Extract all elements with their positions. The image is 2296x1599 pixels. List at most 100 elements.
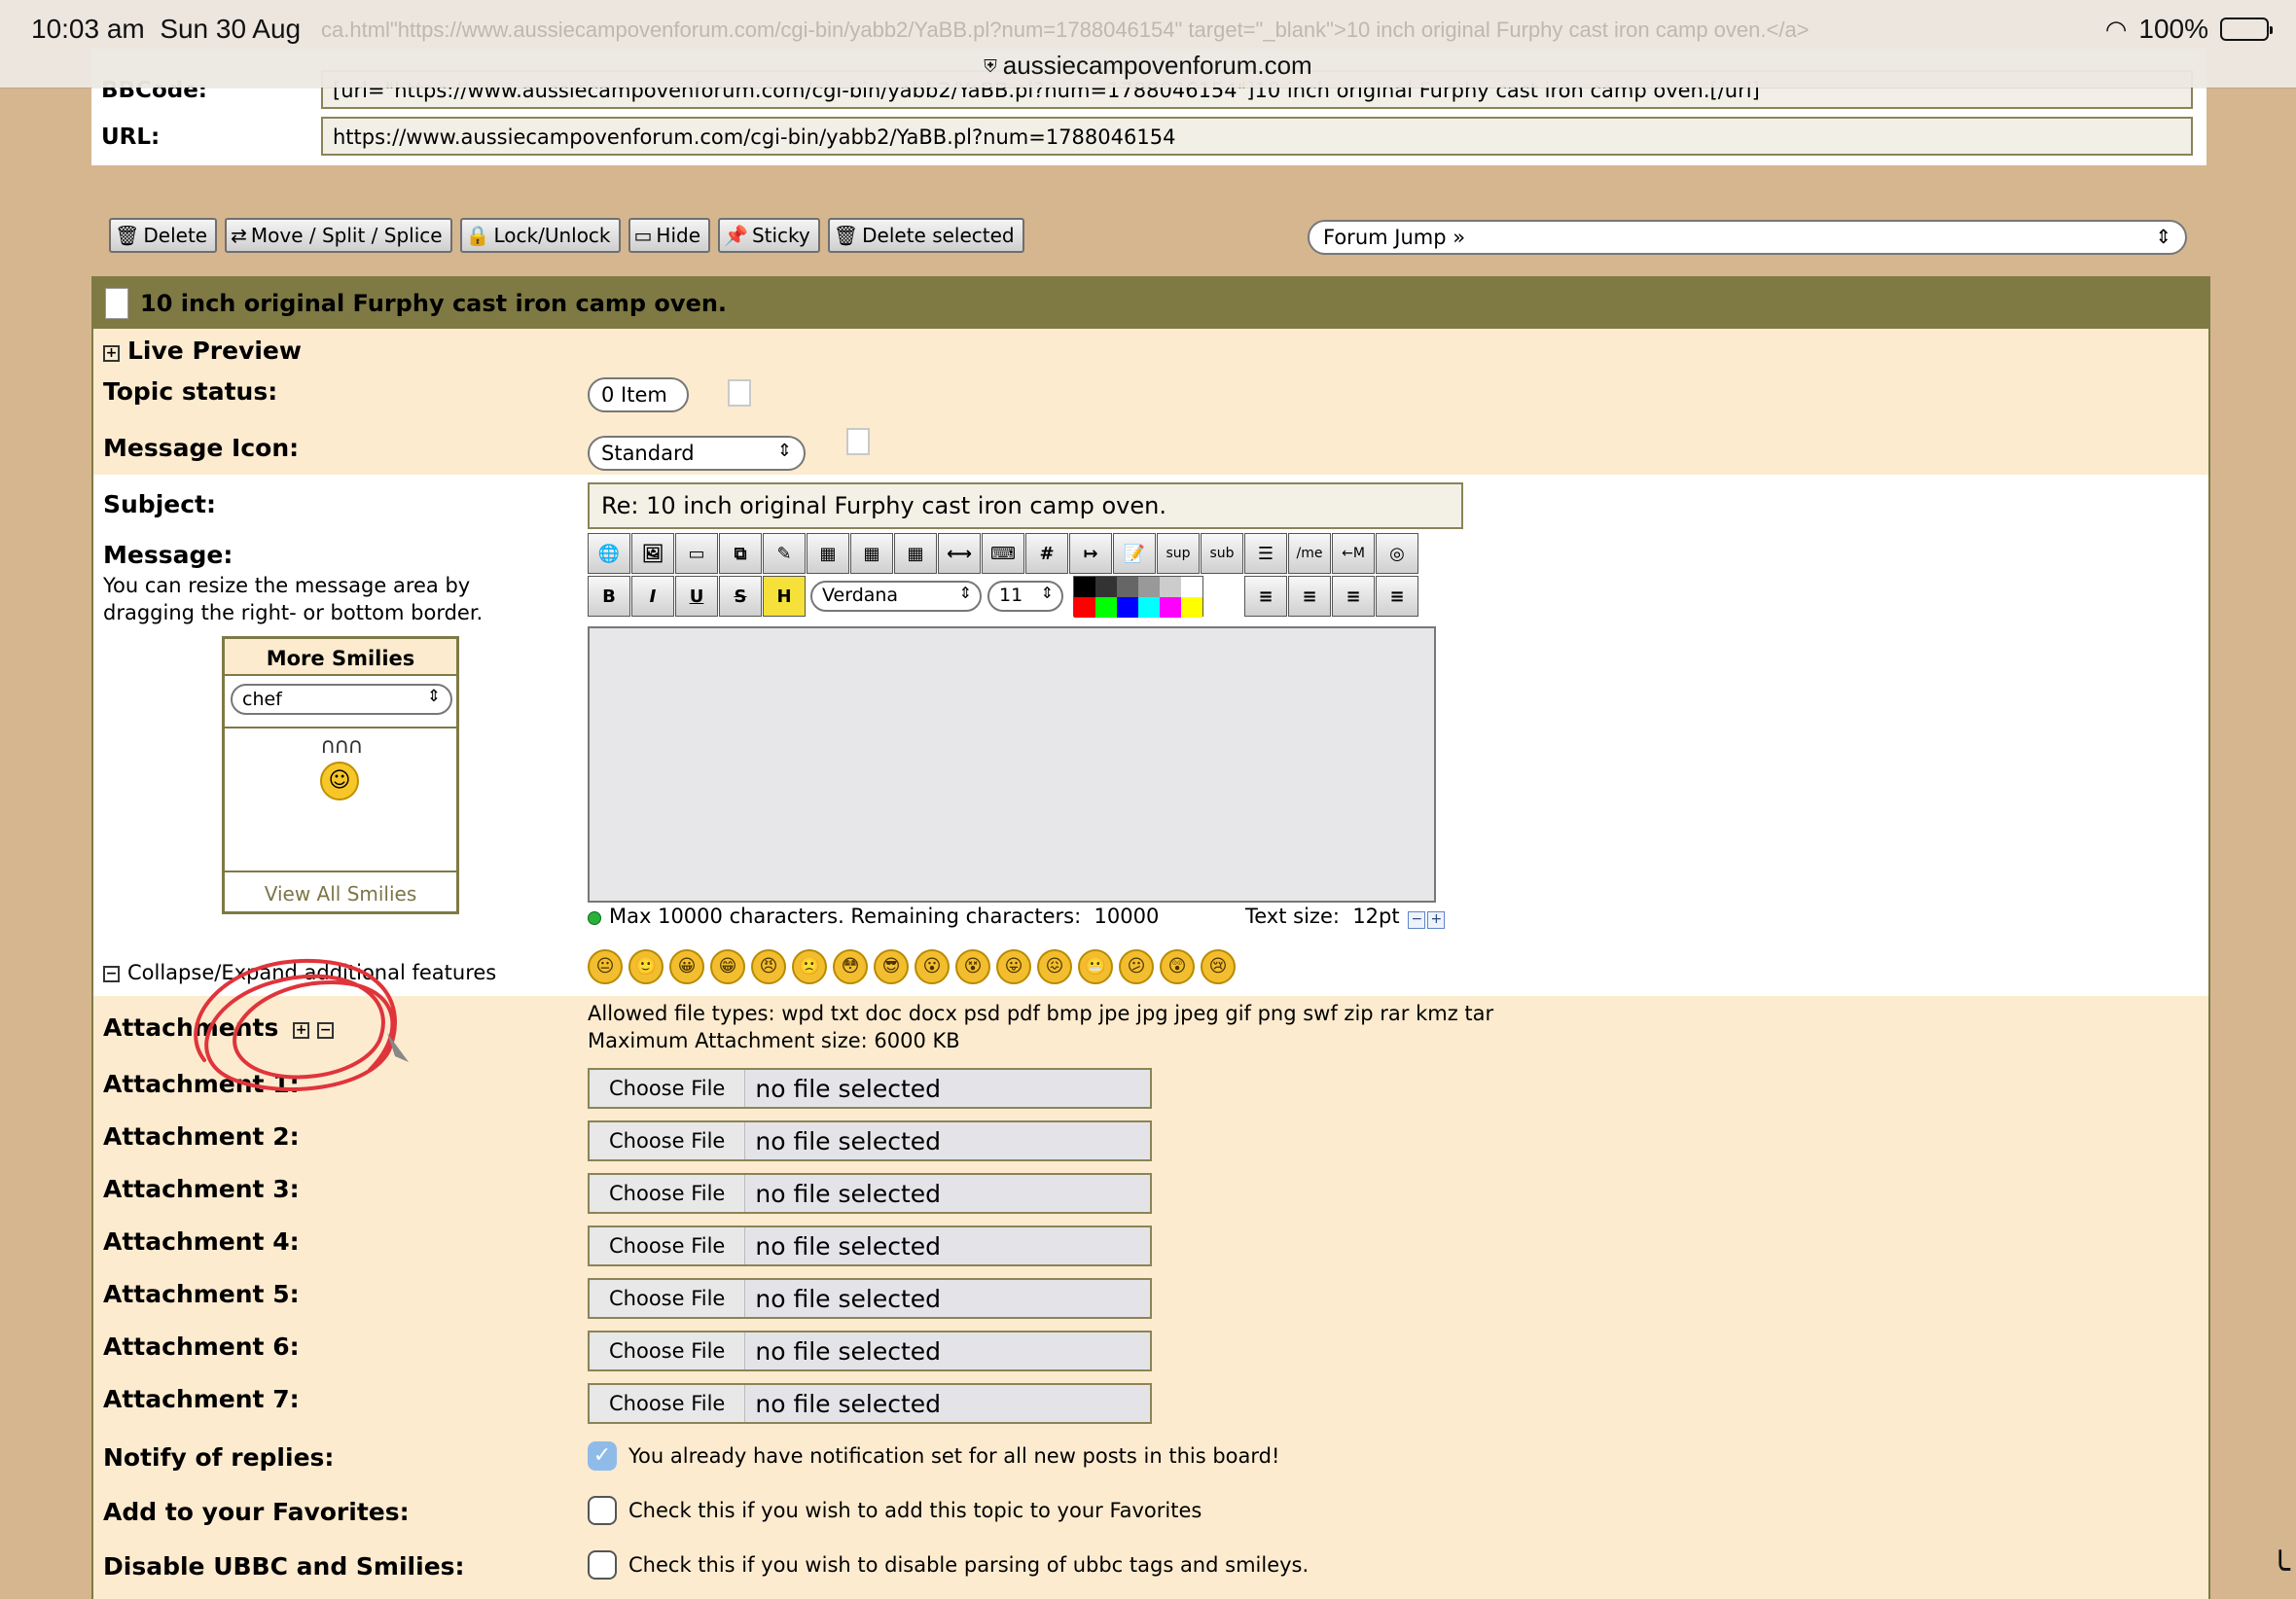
remove-attachment-icon[interactable]: − — [317, 1022, 335, 1039]
smiley-icon[interactable]: 🙂 — [628, 949, 664, 984]
message-textarea[interactable] — [588, 626, 1436, 903]
color-swatch[interactable] — [1160, 597, 1181, 618]
collapse-expand-toggle[interactable]: − Collapse/Expand additional features — [103, 961, 496, 984]
indent-icon[interactable]: ↦ — [1069, 533, 1112, 574]
color-swatch[interactable] — [1160, 577, 1181, 597]
italic-icon[interactable]: I — [631, 576, 674, 617]
decrease-text-size-button[interactable]: − — [1408, 911, 1426, 929]
list-icon[interactable]: ☰ — [1244, 533, 1287, 574]
smiley-icon[interactable]: 😬 — [1078, 949, 1113, 984]
smilies-select[interactable]: chef ⇕ — [231, 684, 452, 715]
smiley-icon[interactable]: 😮 — [915, 949, 950, 984]
attachment-file-input[interactable]: Choose File no file selected — [588, 1226, 1152, 1266]
smiley-icon[interactable]: 😲 — [1160, 949, 1195, 984]
move-left-icon[interactable]: ←M — [1332, 533, 1375, 574]
lock-unlock-button[interactable]: 🔒 Lock/Unlock — [459, 218, 621, 253]
superscript-icon[interactable]: sup — [1157, 533, 1200, 574]
increase-text-size-button[interactable]: + — [1427, 911, 1446, 929]
color-swatch[interactable] — [1074, 577, 1095, 597]
align-left-icon[interactable]: ≡ — [1244, 576, 1287, 617]
smiley-icon[interactable]: 😀 — [669, 949, 704, 984]
topic-status-select[interactable]: 0 Item — [588, 377, 689, 412]
color-swatch[interactable] — [1138, 577, 1160, 597]
add-attachment-icon[interactable]: + — [293, 1022, 310, 1039]
smiley-icon[interactable]: 😛 — [996, 949, 1031, 984]
subject-input[interactable]: Re: 10 inch original Furphy cast iron ca… — [588, 482, 1463, 529]
chef-smiley-icon[interactable]: ☺ — [320, 762, 359, 800]
attachment-file-input[interactable]: Choose File no file selected — [588, 1278, 1152, 1319]
smiley-icon[interactable]: 😢 — [1201, 949, 1236, 984]
disable-ubbc-checkbox[interactable] — [588, 1550, 617, 1580]
attachment-file-input[interactable]: Choose File no file selected — [588, 1173, 1152, 1214]
attachment-file-input[interactable]: Choose File no file selected — [588, 1383, 1152, 1424]
attachment-file-input[interactable]: Choose File no file selected — [588, 1331, 1152, 1371]
hide-button[interactable]: ▭ Hide — [628, 218, 711, 253]
highlight-icon[interactable]: H — [763, 576, 806, 617]
font-family-select[interactable]: Verdana ⇕ — [810, 581, 982, 612]
color-swatch[interactable] — [1117, 597, 1138, 618]
choose-file-button[interactable]: Choose File — [590, 1070, 746, 1107]
color-swatch[interactable] — [1138, 597, 1160, 618]
align-justify-icon[interactable]: ≡ — [1288, 576, 1331, 617]
smiley-icon[interactable]: 🙁 — [792, 949, 827, 984]
move-split-button[interactable]: ⇄ Move / Split / Splice — [225, 218, 452, 253]
smiley-icon[interactable]: 😎 — [874, 949, 909, 984]
choose-file-button[interactable]: Choose File — [590, 1175, 746, 1212]
attachment-file-input[interactable]: Choose File no file selected — [588, 1120, 1152, 1161]
choose-file-button[interactable]: Choose File — [590, 1332, 746, 1369]
choose-file-button[interactable]: Choose File — [590, 1122, 746, 1159]
align-center-icon[interactable]: ≡ — [1332, 576, 1375, 617]
color-swatch[interactable] — [1095, 577, 1117, 597]
choose-file-button[interactable]: Choose File — [590, 1280, 746, 1317]
color-swatch[interactable] — [1074, 597, 1095, 618]
insert-table-icon[interactable]: ▦ — [807, 533, 849, 574]
teletype-icon[interactable]: ⌨ — [982, 533, 1024, 574]
view-all-smilies-link[interactable]: View All Smilies — [225, 882, 456, 906]
delete-button[interactable]: 🗑 Delete — [109, 218, 218, 253]
code-icon[interactable]: # — [1025, 533, 1068, 574]
color-swatch[interactable] — [1181, 577, 1202, 597]
color-swatch[interactable] — [1181, 597, 1202, 618]
insert-email-icon[interactable]: ✎ — [763, 533, 806, 574]
notify-replies-checkbox[interactable]: ✓ — [588, 1441, 617, 1471]
horizontal-rule-icon[interactable]: ⟷ — [938, 533, 981, 574]
url-field[interactable]: https://www.aussiecampovenforum.com/cgi-… — [321, 117, 2193, 156]
choose-file-button[interactable]: Choose File — [590, 1227, 746, 1264]
color-palette[interactable] — [1073, 576, 1203, 618]
bold-icon[interactable]: B — [588, 576, 630, 617]
underline-icon[interactable]: U — [675, 576, 718, 617]
quote-icon[interactable]: 📝 — [1113, 533, 1156, 574]
smiley-icon[interactable]: 😁 — [710, 949, 745, 984]
add-favorites-checkbox[interactable] — [588, 1496, 617, 1525]
font-size-select[interactable]: 11 ⇕ — [987, 581, 1063, 612]
smiley-icon[interactable]: 😕 — [1119, 949, 1154, 984]
smiley-icon[interactable]: 😐 — [588, 949, 623, 984]
topic-title: 10 inch original Furphy cast iron camp o… — [140, 290, 728, 317]
message-icon-select[interactable]: Standard ⇕ — [588, 436, 806, 471]
forum-jump-select[interactable]: Forum Jump » ⇕ — [1308, 220, 2187, 255]
attachment-file-input[interactable]: Choose File no file selected — [588, 1068, 1152, 1109]
live-preview-toggle[interactable]: + Live Preview — [103, 337, 302, 365]
insert-image-icon[interactable]: 🖼 — [631, 533, 674, 574]
choose-file-button[interactable]: Choose File — [590, 1385, 746, 1422]
smiley-icon[interactable]: 😠 — [751, 949, 786, 984]
insert-column-icon[interactable]: ▦ — [894, 533, 937, 574]
smiley-icon[interactable]: 😳 — [833, 949, 868, 984]
subscript-icon[interactable]: sub — [1201, 533, 1243, 574]
smiley-icon[interactable]: 😵 — [955, 949, 990, 984]
sticky-button[interactable]: 📌 Sticky — [718, 218, 820, 253]
delete-selected-button[interactable]: 🗑 Delete selected — [827, 218, 1024, 253]
insert-flash-icon[interactable]: ⧉ — [719, 533, 762, 574]
smiley-icon[interactable]: 😖 — [1037, 949, 1072, 984]
insert-row-icon[interactable]: ▦ — [850, 533, 893, 574]
insert-link-icon[interactable]: 🌐 — [588, 533, 630, 574]
align-right-icon[interactable]: ≡ — [1376, 576, 1418, 617]
color-swatch[interactable] — [1117, 577, 1138, 597]
expand-icon: + — [103, 345, 120, 362]
address-bar[interactable]: ⛨ aussiecampovenforum.com — [0, 51, 2296, 81]
insert-media-icon[interactable]: ▭ — [675, 533, 718, 574]
color-swatch[interactable] — [1095, 597, 1117, 618]
strikethrough-icon[interactable]: S — [719, 576, 762, 617]
timestamp-icon[interactable]: ◎ — [1376, 533, 1418, 574]
me-icon[interactable]: /me — [1288, 533, 1331, 574]
